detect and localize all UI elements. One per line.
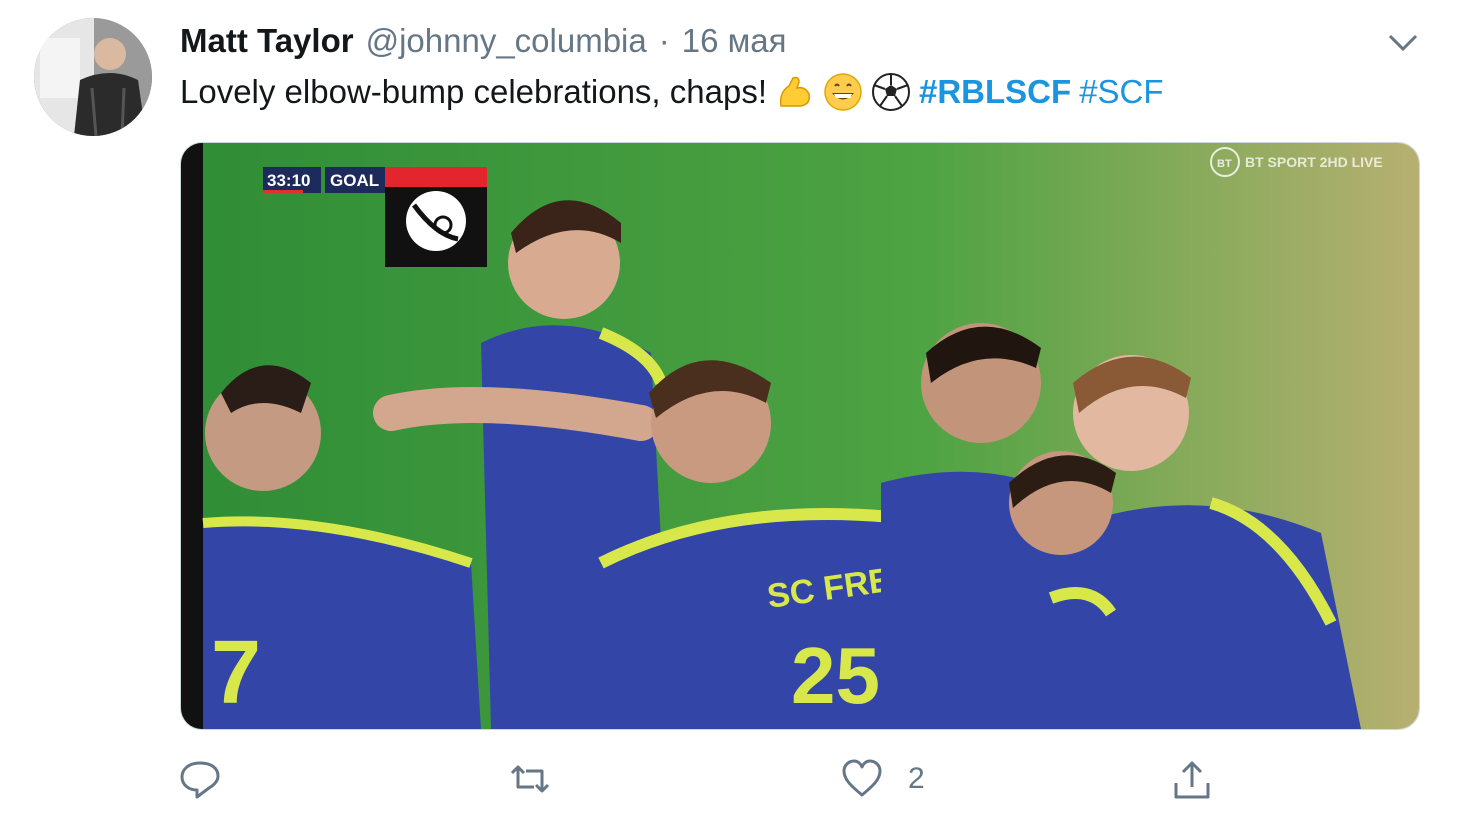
broadcaster-label: BT SPORT 2HD LIVE	[1245, 154, 1383, 170]
grinning-face-icon	[824, 73, 862, 111]
tweet-actions: 2	[178, 752, 1418, 806]
chevron-down-icon[interactable]	[1386, 28, 1420, 56]
retweet-icon[interactable]	[508, 757, 552, 801]
avatar[interactable]	[34, 18, 152, 136]
heart-icon[interactable]	[840, 757, 884, 801]
author-handle[interactable]: @johnny_columbia	[366, 22, 647, 60]
retweet-action[interactable]	[508, 752, 576, 806]
tweet-date[interactable]: 16 мая	[682, 22, 787, 60]
flexed-biceps-icon	[779, 76, 811, 107]
reply-icon[interactable]	[178, 757, 222, 801]
author-name[interactable]: Matt Taylor	[180, 22, 354, 60]
avatar-image	[34, 18, 152, 136]
scorebug-label: GOAL	[330, 171, 379, 190]
svg-text:BT: BT	[1217, 158, 1232, 170]
share-action[interactable]	[1170, 752, 1214, 806]
like-action[interactable]: 2	[840, 752, 925, 806]
svg-text:7: 7	[211, 623, 261, 723]
tweet-text: Lovely elbow-bump celebrations, chaps! #…	[180, 72, 1164, 112]
scorebug-time: 33:10	[267, 171, 310, 190]
hashtag-link[interactable]: #SCF	[1079, 73, 1163, 111]
share-icon[interactable]	[1170, 757, 1214, 801]
reply-action[interactable]	[178, 752, 246, 806]
like-count: 2	[908, 762, 925, 795]
tweet-body: Lovely elbow-bump celebrations, chaps!	[180, 73, 767, 110]
screen-edge	[181, 143, 203, 729]
match-video-frame: 33:10 GOAL BT BT SPORT 2HD LIVE 7 SC 25	[181, 143, 1419, 729]
hashtag-link[interactable]: #RBLSCF	[919, 73, 1071, 111]
soccer-ball-icon	[872, 73, 910, 111]
header-separator: ·	[658, 22, 670, 59]
tweet[interactable]: Matt Taylor @johnny_columbia · 16 мая Lo…	[0, 0, 1460, 822]
tweet-header: Matt Taylor @johnny_columbia · 16 мая	[180, 22, 787, 62]
tweet-media[interactable]: 33:10 GOAL BT BT SPORT 2HD LIVE 7 SC 25	[180, 142, 1420, 730]
shirt-number: 25	[791, 631, 880, 720]
